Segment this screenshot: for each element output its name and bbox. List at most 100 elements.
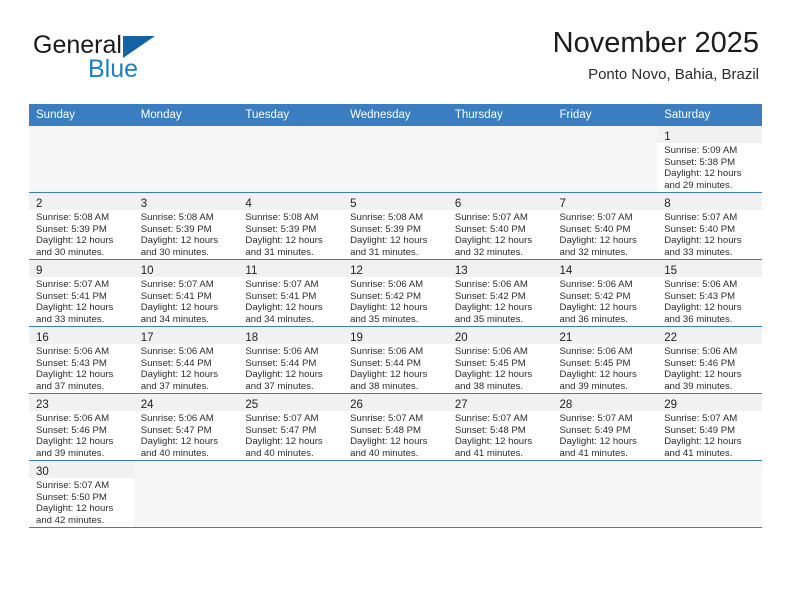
calendar-day[interactable]: 22 Sunrise: 5:06 AM Sunset: 5:46 PM Dayligh…	[657, 327, 762, 393]
calendar-cell	[133, 460, 239, 528]
day-detail-line: and 36 minutes.	[664, 313, 733, 325]
day-number-bar: 24	[133, 394, 239, 411]
day-number-bar: 22	[657, 327, 762, 344]
day-detail-line: Daylight: 12 hours	[350, 302, 428, 314]
day-details: Sunrise: 5:06 AM Sunset: 5:45 PM Daylight:…	[553, 344, 658, 392]
day-detail-line: Sunrise: 5:07 AM	[140, 279, 214, 290]
weekday-header-monday: Monday	[133, 104, 239, 126]
day-detail-line: Sunset: 5:44 PM	[245, 357, 317, 369]
calendar-day[interactable]: 2 Sunrise: 5:08 AM Sunset: 5:39 PM Daylight…	[29, 193, 134, 259]
day-detail-line: Sunset: 5:39 PM	[350, 223, 422, 235]
day-detail-line: Sunset: 5:40 PM	[559, 223, 631, 235]
day-detail-line: Sunset: 5:44 PM	[350, 357, 422, 369]
day-detail-line: Sunrise: 5:06 AM	[36, 413, 110, 424]
calendar-day[interactable]: 3 Sunrise: 5:08 AM Sunset: 5:39 PM Daylight…	[133, 193, 239, 259]
calendar-day[interactable]: 11 Sunrise: 5:07 AM Sunset: 5:41 PM Dayligh…	[238, 260, 344, 326]
day-detail-line: Sunset: 5:43 PM	[664, 290, 736, 302]
day-number: 12	[350, 265, 363, 277]
day-detail-line: Daylight: 12 hours	[245, 436, 323, 448]
day-detail-line: Sunset: 5:48 PM	[454, 424, 526, 436]
day-number-bar	[238, 461, 343, 478]
calendar-day[interactable]: 6 Sunrise: 5:07 AM Sunset: 5:40 PM Daylight…	[447, 193, 553, 259]
day-detail-line: and 33 minutes.	[36, 313, 105, 325]
calendar-day[interactable]: 10 Sunrise: 5:07 AM Sunset: 5:41 PM Dayligh…	[133, 260, 239, 326]
calendar-cell: 28 Sunrise: 5:07 AM Sunset: 5:49 PM Dayligh…	[552, 393, 658, 461]
day-detail-line: Sunset: 5:45 PM	[454, 357, 526, 369]
calendar-day[interactable]: 5 Sunrise: 5:08 AM Sunset: 5:39 PM Daylight…	[343, 193, 448, 259]
calendar-day[interactable]: 28 Sunrise: 5:07 AM Sunset: 5:49 PM Dayligh…	[552, 394, 658, 460]
day-detail-line: and 30 minutes.	[140, 246, 209, 258]
day-details: Sunrise: 5:07 AM Sunset: 5:40 PM Daylight:…	[553, 210, 658, 258]
calendar-day[interactable]: 17 Sunrise: 5:06 AM Sunset: 5:44 PM Dayligh…	[133, 327, 239, 393]
day-detail-line: Sunrise: 5:07 AM	[245, 413, 319, 424]
day-detail-line: and 32 minutes.	[559, 246, 628, 258]
calendar-day[interactable]: 16 Sunrise: 5:06 AM Sunset: 5:43 PM Dayligh…	[29, 327, 134, 393]
calendar-day[interactable]: 21 Sunrise: 5:06 AM Sunset: 5:45 PM Dayligh…	[552, 327, 658, 393]
day-details	[448, 143, 553, 145]
weekday-header-saturday: Saturday	[657, 104, 762, 126]
day-detail-line: Daylight: 12 hours	[664, 168, 742, 180]
calendar-day[interactable]: 20 Sunrise: 5:06 AM Sunset: 5:45 PM Dayligh…	[447, 327, 553, 393]
day-number: 29	[664, 399, 678, 411]
calendar-day[interactable]: 18 Sunrise: 5:06 AM Sunset: 5:44 PM Dayligh…	[238, 327, 344, 393]
day-detail-line: Sunrise: 5:07 AM	[350, 413, 424, 424]
day-number-bar	[134, 461, 239, 478]
day-details: Sunrise: 5:07 AM Sunset: 5:41 PM Daylight:…	[29, 277, 134, 325]
calendar-day-empty	[552, 461, 658, 527]
calendar-cell: 9 Sunrise: 5:07 AM Sunset: 5:41 PM Daylight…	[29, 259, 134, 327]
brand-logo[interactable]: General Blue	[33, 32, 253, 90]
day-detail-line: Sunset: 5:40 PM	[454, 223, 526, 235]
calendar-day[interactable]: 12 Sunrise: 5:06 AM Sunset: 5:42 PM Dayligh…	[343, 260, 448, 326]
day-detail-line: and 42 minutes.	[36, 514, 105, 526]
calendar-cell: 19 Sunrise: 5:06 AM Sunset: 5:44 PM Dayligh…	[343, 326, 448, 394]
day-details	[238, 143, 343, 145]
calendar-day[interactable]: 15 Sunrise: 5:06 AM Sunset: 5:43 PM Dayligh…	[657, 260, 762, 326]
day-detail-line: and 40 minutes.	[245, 447, 314, 459]
triangle-logo-icon	[123, 36, 155, 58]
calendar-cell: 10 Sunrise: 5:07 AM Sunset: 5:41 PM Dayligh…	[133, 259, 239, 327]
day-number-bar: 25	[238, 394, 344, 411]
day-number-bar: 3	[133, 193, 239, 210]
day-details: Sunrise: 5:08 AM Sunset: 5:39 PM Daylight:…	[29, 210, 134, 258]
day-details	[553, 143, 658, 145]
calendar-day[interactable]: 29 Sunrise: 5:07 AM Sunset: 5:49 PM Dayligh…	[657, 394, 762, 460]
calendar-day[interactable]: 7 Sunrise: 5:07 AM Sunset: 5:40 PM Daylight…	[552, 193, 658, 259]
calendar-day[interactable]: 19 Sunrise: 5:06 AM Sunset: 5:44 PM Dayligh…	[343, 327, 448, 393]
day-detail-line: Daylight: 12 hours	[140, 302, 219, 314]
calendar-day[interactable]: 9 Sunrise: 5:07 AM Sunset: 5:41 PM Daylight…	[29, 260, 134, 326]
day-number-bar: 11	[238, 260, 344, 277]
calendar-day[interactable]: 8 Sunrise: 5:07 AM Sunset: 5:40 PM Daylight…	[657, 193, 762, 259]
day-number-bar: 18	[238, 327, 344, 344]
day-detail-line: Daylight: 12 hours	[664, 436, 742, 448]
calendar-day[interactable]: 24 Sunrise: 5:06 AM Sunset: 5:47 PM Dayligh…	[133, 394, 239, 460]
calendar-day[interactable]: 25 Sunrise: 5:07 AM Sunset: 5:47 PM Dayligh…	[238, 394, 344, 460]
day-detail-line: Sunrise: 5:07 AM	[559, 212, 633, 223]
day-detail-line: Sunrise: 5:07 AM	[664, 212, 738, 223]
day-detail-line: Daylight: 12 hours	[350, 436, 428, 448]
day-detail-line: Sunset: 5:42 PM	[454, 290, 526, 302]
calendar-day[interactable]: 4 Sunrise: 5:08 AM Sunset: 5:39 PM Daylight…	[238, 193, 344, 259]
day-detail-line: Sunrise: 5:07 AM	[454, 212, 528, 223]
day-details: Sunrise: 5:08 AM Sunset: 5:39 PM Daylight:…	[238, 210, 343, 258]
calendar-cell: 13 Sunrise: 5:06 AM Sunset: 5:42 PM Dayligh…	[447, 259, 553, 327]
day-number-bar: 29	[657, 394, 762, 411]
calendar-day[interactable]: 26 Sunrise: 5:07 AM Sunset: 5:48 PM Dayligh…	[343, 394, 448, 460]
calendar-day-empty	[447, 461, 553, 527]
calendar-day[interactable]: 23 Sunrise: 5:06 AM Sunset: 5:46 PM Dayligh…	[29, 394, 134, 460]
calendar-day[interactable]: 14 Sunrise: 5:06 AM Sunset: 5:42 PM Dayligh…	[552, 260, 658, 326]
title-block: November 2025 Ponto Novo, Bahia, Brazil	[553, 26, 759, 86]
day-details: Sunrise: 5:06 AM Sunset: 5:46 PM Daylight:…	[657, 344, 762, 392]
calendar-cell	[552, 460, 658, 528]
day-detail-line: Daylight: 12 hours	[36, 436, 114, 448]
calendar-day[interactable]: 13 Sunrise: 5:06 AM Sunset: 5:42 PM Dayligh…	[447, 260, 553, 326]
day-detail-line: Sunset: 5:41 PM	[140, 290, 212, 302]
day-number: 2	[36, 198, 43, 210]
day-detail-line: Daylight: 12 hours	[664, 302, 742, 314]
calendar-day[interactable]: 1 Sunrise: 5:09 AM Sunset: 5:38 PM Daylight…	[657, 126, 762, 192]
calendar-day[interactable]: 30 Sunrise: 5:07 AM Sunset: 5:50 PM Dayligh…	[29, 461, 134, 527]
day-details	[134, 143, 239, 145]
day-detail-line: Daylight: 12 hours	[245, 302, 323, 314]
calendar-cell: 22 Sunrise: 5:06 AM Sunset: 5:46 PM Dayligh…	[657, 326, 762, 394]
calendar-day[interactable]: 27 Sunrise: 5:07 AM Sunset: 5:48 PM Dayligh…	[447, 394, 553, 460]
day-number-bar: 7	[552, 193, 658, 210]
